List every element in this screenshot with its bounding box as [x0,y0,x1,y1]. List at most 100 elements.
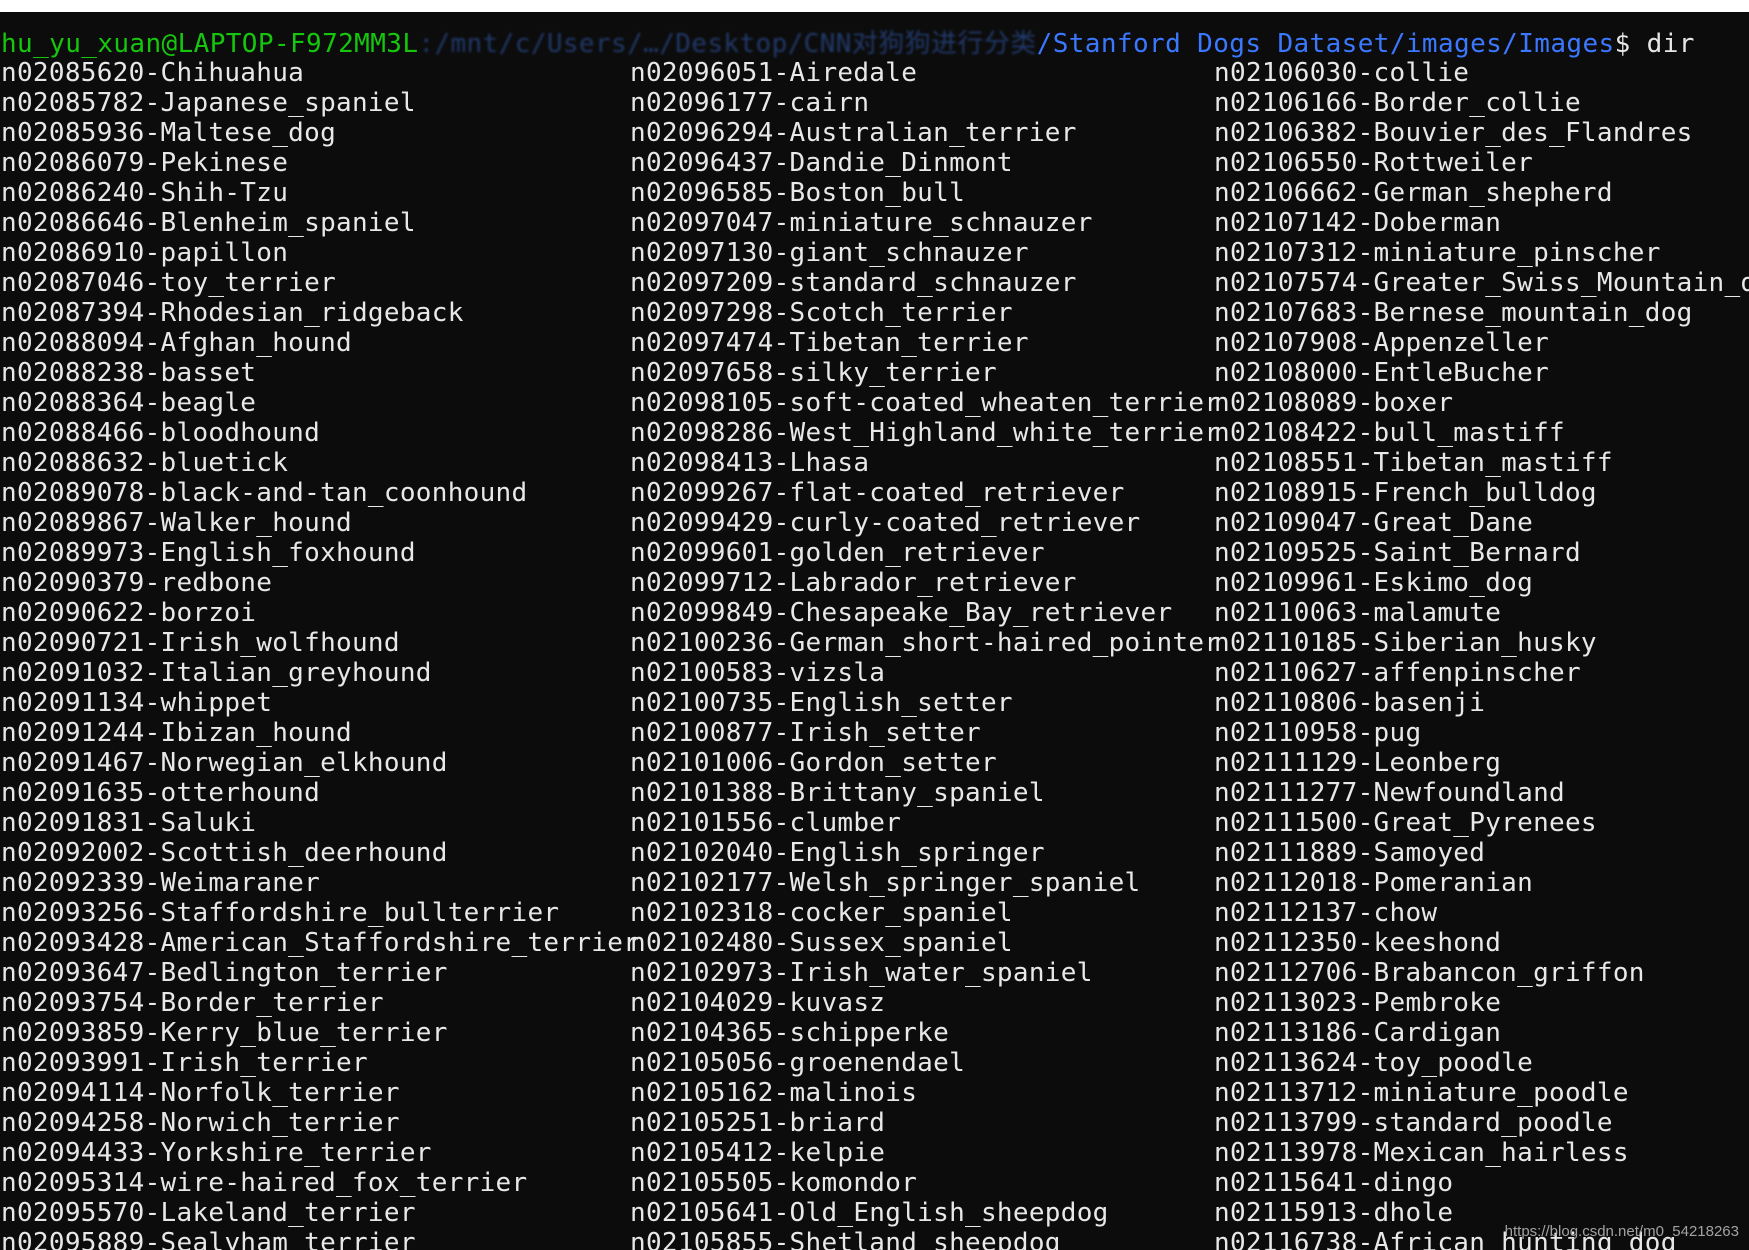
directory-entry: n02093428-American_Staffordshire_terrier [1,928,640,958]
directory-entry: n02090721-Irish_wolfhound [1,628,400,658]
directory-entry: n02109961-Eskimo_dog [1214,568,1534,598]
directory-entry: n02102973-Irish_water_spaniel [630,958,1093,988]
directory-entry: n02112137-chow [1214,898,1438,928]
prompt-symbol: $ [1614,29,1631,59]
directory-entry: n02110063-malamute [1214,598,1502,628]
directory-entry: n02092339-Weimaraner [1,868,321,898]
directory-entry: n02110806-basenji [1214,688,1486,718]
directory-entry: n02101388-Brittany_spaniel [630,778,1045,808]
directory-entry: n02088632-bluetick [1,448,289,478]
directory-entry: n02091635-otterhound [1,778,321,808]
directory-entry: n02106030-collie [1214,58,1470,88]
directory-entry: n02098413-Lhasa [630,448,870,478]
directory-entry: n02105162-malinois [630,1078,918,1108]
directory-entry: n02093647-Bedlington_terrier [1,958,448,988]
directory-entry: n02091134-whippet [1,688,273,718]
prompt-path: /Stanford Dogs Dataset/images/Images [1036,29,1615,59]
directory-entry: n02097474-Tibetan_terrier [630,328,1029,358]
prompt-command: dir [1630,29,1695,59]
directory-entry: n02108089-boxer [1214,388,1454,418]
directory-entry: n02093859-Kerry_blue_terrier [1,1018,448,1048]
directory-entry: n02111277-Newfoundland [1214,778,1565,808]
directory-entry: n02100236-German_short-haired_pointer [630,628,1221,658]
directory-entry: n02109525-Saint_Bernard [1214,538,1581,568]
directory-entry: n02100735-English_setter [630,688,1013,718]
directory-entry: n02111889-Samoyed [1214,838,1486,868]
directory-entry: n02101006-Gordon_setter [630,748,997,778]
directory-entry: n02089078-black-and-tan_coonhound [1,478,528,508]
directory-entry: n02108000-EntleBucher [1214,358,1550,388]
directory-entry: n02102040-English_springer [630,838,1045,868]
directory-entry: n02089867-Walker_hound [1,508,352,538]
directory-entry: n02105056-groenendael [630,1048,966,1078]
directory-entry: n02109047-Great_Dane [1214,508,1534,538]
directory-entry: n02096051-Airedale [630,58,918,88]
directory-entry: n02108915-French_bulldog [1214,478,1597,508]
directory-entry: n02096294-Australian_terrier [630,118,1077,148]
directory-entry: n02093256-Staffordshire_bullterrier [1,898,560,928]
directory-entry: n02104365-schipperke [630,1018,950,1048]
directory-entry: n02091244-Ibizan_hound [1,718,352,748]
directory-entry: n02100583-vizsla [630,658,886,688]
directory-entry: n02105641-Old_English_sheepdog [630,1198,1109,1228]
directory-entry: n02105251-briard [630,1108,886,1138]
directory-entry: n02095889-Sealyham_terrier [1,1228,416,1250]
directory-entry: n02088238-basset [1,358,257,388]
directory-entry: n02105505-komondor [630,1168,918,1198]
directory-entry: n02096585-Boston_bull [630,178,966,208]
directory-entry: n02111129-Leonberg [1214,748,1502,778]
directory-entry: n02107908-Appenzeller [1214,328,1550,358]
directory-entry: n02099712-Labrador_retriever [630,568,1077,598]
directory-entry: n02085782-Japanese_spaniel [1,88,416,118]
directory-entry: n02087046-toy_terrier [1,268,337,298]
directory-entry: n02106662-German_shepherd [1214,178,1613,208]
directory-entry: n02113624-toy_poodle [1214,1048,1534,1078]
directory-entry: n02110185-Siberian_husky [1214,628,1597,658]
directory-entry: n02093991-Irish_terrier [1,1048,368,1078]
directory-entry: n02099267-flat-coated_retriever [630,478,1125,508]
directory-entry: n02099429-curly-coated_retriever [630,508,1141,538]
directory-entry: n02113799-standard_poodle [1214,1108,1613,1138]
directory-entry: n02106166-Border_collie [1214,88,1581,118]
directory-entry: n02088466-bloodhound [1,418,321,448]
directory-entry: n02086079-Pekinese [1,148,289,178]
directory-entry: n02100877-Irish_setter [630,718,981,748]
directory-entry: n02085936-Maltese_dog [1,118,337,148]
prompt-path-obscured: :/mnt/c/Users/…/Desktop/CNN对狗狗进行分类 [418,29,1037,59]
terminal-window[interactable]: hu_yu_xuan@LAPTOP-F972MM3L:/mnt/c/Users/… [0,12,1749,1250]
directory-entry: n02112018-Pomeranian [1214,868,1534,898]
directory-entry: n02086646-Blenheim_spaniel [1,208,416,238]
directory-entry: n02094114-Norfolk_terrier [1,1078,400,1108]
directory-entry: n02096437-Dandie_Dinmont [630,148,1013,178]
directory-entry: n02091831-Saluki [1,808,257,838]
directory-entry: n02115641-dingo [1214,1168,1454,1198]
directory-entry: n02105855-Shetland_sheepdog [630,1228,1061,1250]
directory-entry: n02099601-golden_retriever [630,538,1045,568]
directory-entry: n02090379-redbone [1,568,273,598]
directory-entry: n02111500-Great_Pyrenees [1214,808,1597,838]
directory-entry: n02107574-Greater_Swiss_Mountain_dog [1214,268,1749,298]
directory-entry: n02113186-Cardigan [1214,1018,1502,1048]
listing-column-1: n02085620-Chihuahua n02085782-Japanese_sp… [1,58,639,1250]
directory-entry: n02105412-kelpie [630,1138,886,1168]
directory-entry: n02097130-giant_schnauzer [630,238,1029,268]
directory-entry: n02086240-Shih-Tzu [1,178,289,208]
directory-entry: n02097047-miniature_schnauzer [630,208,1093,238]
directory-entry: n02098105-soft-coated_wheaten_terrier [630,388,1221,418]
watermark: https://blog.csdn.net/m0_54218263 [1504,1223,1739,1240]
directory-entry: n02096177-cairn [630,88,870,118]
directory-entry: n02102480-Sussex_spaniel [630,928,1013,958]
directory-entry: n02108551-Tibetan_mastiff [1214,448,1613,478]
directory-entry: n02088364-beagle [1,388,257,418]
directory-entry: n02094258-Norwich_terrier [1,1108,400,1138]
directory-entry: n02097209-standard_schnauzer [630,268,1077,298]
directory-entry: n02090622-borzoi [1,598,257,628]
directory-entry: n02104029-kuvasz [630,988,886,1018]
directory-entry: n02113023-Pembroke [1214,988,1502,1018]
directory-entry: n02098286-West_Highland_white_terrier [630,418,1221,448]
directory-entry: n02091032-Italian_greyhound [1,658,432,688]
directory-entry: n02095570-Lakeland_terrier [1,1198,416,1228]
directory-entry: n02113712-miniature_poodle [1214,1078,1629,1108]
directory-entry: n02091467-Norwegian_elkhound [1,748,448,778]
directory-entry: n02108422-bull_mastiff [1214,418,1565,448]
